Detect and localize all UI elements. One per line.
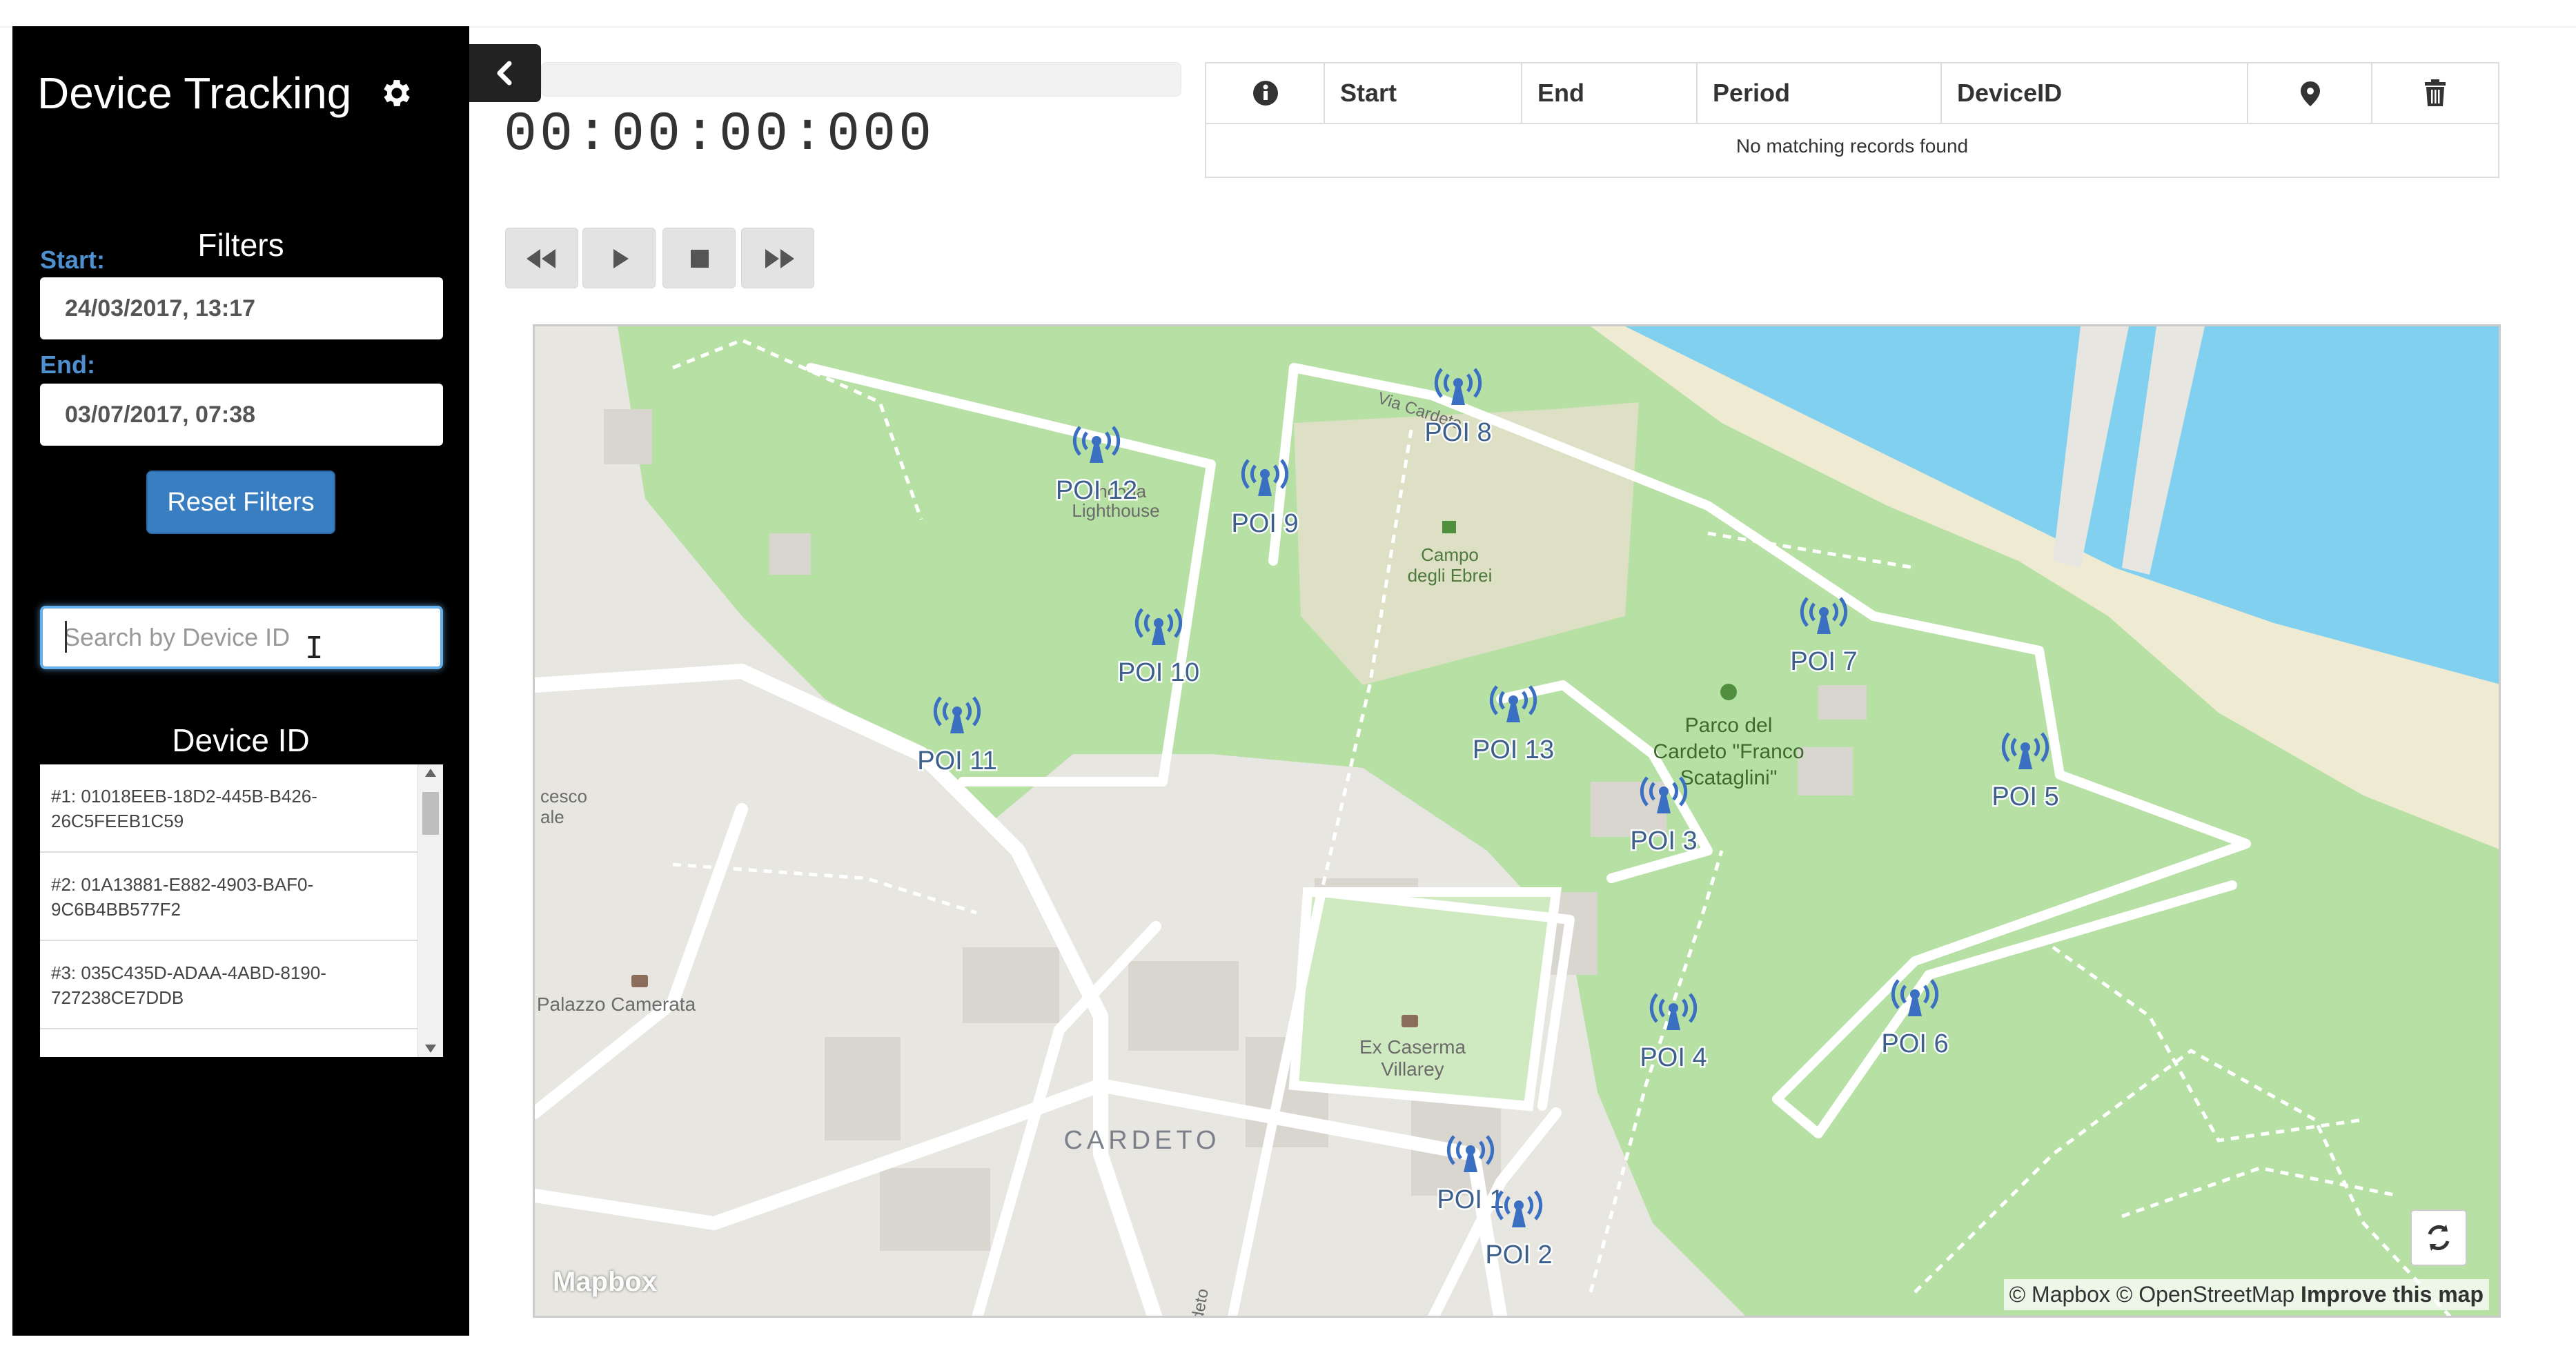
- stop-icon: [691, 250, 709, 268]
- info-column-header[interactable]: [1206, 63, 1325, 123]
- trash-icon: [2425, 79, 2446, 106]
- device-list-heading: Device ID: [172, 722, 310, 758]
- device-list[interactable]: #1: 01018EEB-18D2-445B-B426-26C5FEEB1C59…: [40, 764, 443, 1057]
- end-column-header[interactable]: End: [1522, 63, 1698, 123]
- map-view[interactable]: Ancona Lighthouse Campo degli Ebrei Parc…: [533, 324, 2501, 1318]
- improve-map-link[interactable]: Improve this map: [2301, 1282, 2484, 1307]
- device-label: #2: 01A13881-E882-4903-BAF0-9C6B4BB577F2: [51, 874, 314, 920]
- empty-table-message: No matching records found: [1736, 135, 1969, 157]
- poi-label: POI 9: [1231, 509, 1298, 538]
- scrollbar-thumb[interactable]: [422, 792, 439, 835]
- collapse-sidebar-button[interactable]: [469, 44, 541, 102]
- search-placeholder: Search by Device ID: [63, 623, 291, 651]
- tracking-table: Start End Period DeviceID No matching re…: [1205, 62, 2499, 178]
- list-item[interactable]: #2: 01A13881-E882-4903-BAF0-9C6B4BB577F2: [40, 853, 443, 941]
- device-id-column-header[interactable]: DeviceID: [1942, 63, 2248, 123]
- play-icon: [613, 249, 629, 268]
- parco-label: Parco del: [1685, 714, 1773, 737]
- gear-icon[interactable]: [379, 75, 415, 111]
- attribution-text[interactable]: © Mapbox © OpenStreetMap: [2009, 1282, 2295, 1307]
- poi-label: POI 4: [1640, 1043, 1707, 1072]
- cemetery-icon: [1442, 521, 1456, 533]
- poi-label: POI 1: [1437, 1185, 1504, 1214]
- top-frame: [0, 0, 2576, 28]
- period-column-header[interactable]: Period: [1698, 63, 1942, 123]
- app-title: Device Tracking: [37, 68, 352, 118]
- device-label: #1: 01018EEB-18D2-445B-B426-26C5FEEB1C59: [51, 786, 317, 831]
- delete-column-header[interactable]: [2372, 63, 2498, 123]
- scroll-up-arrow-icon[interactable]: [425, 769, 436, 777]
- poi-label: POI 13: [1473, 735, 1554, 764]
- start-date-input[interactable]: 24/03/2017, 13:17: [40, 277, 443, 339]
- ibeam-cursor-icon: I: [305, 631, 324, 666]
- cardeto-district-label: CARDETO: [1063, 1126, 1220, 1155]
- device-search-input[interactable]: Search by Device ID I: [40, 606, 443, 669]
- playback-progress-bar[interactable]: [541, 62, 1181, 97]
- location-column-header[interactable]: [2248, 63, 2372, 123]
- caserma-label-2: Villarey: [1381, 1058, 1444, 1080]
- campo-label: Campo: [1421, 544, 1479, 565]
- list-item[interactable]: #3: 035C435D-ADAA-4ABD-8190-727238CE7DDB: [40, 941, 443, 1029]
- text-caret: [65, 621, 67, 653]
- poi-label: POI 7: [1790, 647, 1857, 676]
- play-button[interactable]: [582, 228, 656, 288]
- poi-label: POI 10: [1118, 658, 1199, 687]
- start-label: Start:: [40, 246, 106, 274]
- stop-button[interactable]: [662, 228, 736, 288]
- poi-label: POI 5: [1992, 782, 2058, 811]
- app-title-row: Device Tracking: [37, 68, 415, 119]
- table-header-divider: [1206, 123, 2498, 124]
- map-refresh-button[interactable]: [2410, 1209, 2467, 1266]
- bottom-frame: [0, 1336, 2576, 1355]
- poi-label: POI 8: [1424, 418, 1491, 447]
- end-label: End:: [40, 350, 95, 379]
- map-attribution: © Mapbox © OpenStreetMap Improve this ma…: [2003, 1279, 2489, 1310]
- poi-label: POI 12: [1056, 476, 1137, 505]
- poi-label: POI 2: [1485, 1240, 1552, 1269]
- chevron-left-icon: [497, 61, 512, 86]
- scroll-down-arrow-icon[interactable]: [425, 1045, 436, 1053]
- refresh-icon: [2428, 1225, 2450, 1251]
- map-marker-icon: [2301, 81, 2320, 106]
- info-icon: [1253, 81, 1278, 106]
- cesco-label-2: ale: [540, 807, 564, 827]
- map-canvas[interactable]: Ancona Lighthouse Campo degli Ebrei Parc…: [535, 326, 2501, 1318]
- cesco-label: cesco: [540, 786, 587, 807]
- poi-label: POI 11: [917, 746, 996, 775]
- poi-label: POI 6: [1881, 1029, 1948, 1058]
- palazzo-camerata-label: Palazzo Camerata: [537, 993, 696, 1015]
- fast-forward-button[interactable]: [741, 228, 814, 288]
- parco-label-2: Cardeto "Franco: [1653, 740, 1804, 763]
- start-column-header[interactable]: Start: [1325, 63, 1522, 123]
- reset-filters-button[interactable]: Reset Filters: [146, 471, 335, 534]
- tree-icon: [1720, 684, 1737, 700]
- mapbox-logo[interactable]: Mapbox: [553, 1267, 657, 1298]
- sidebar: Device Tracking Filters Start: 24/03/201…: [12, 26, 469, 1336]
- campo-label-2: degli Ebrei: [1408, 565, 1493, 586]
- fast-backward-icon: [527, 249, 555, 268]
- caserma-label: Ex Caserma: [1359, 1036, 1466, 1058]
- parco-label-3: Scataglini": [1680, 766, 1778, 789]
- fast-forward-icon: [765, 249, 794, 268]
- device-list-scrollbar[interactable]: [417, 764, 443, 1057]
- device-label: #3: 035C435D-ADAA-4ABD-8190-727238CE7DDB: [51, 962, 326, 1008]
- poi-label: POI 3: [1630, 827, 1697, 855]
- playback-timer: 00:00:00:000: [504, 103, 935, 166]
- fast-backward-button[interactable]: [505, 228, 578, 288]
- list-item[interactable]: #1: 01018EEB-18D2-445B-B426-26C5FEEB1C59: [40, 764, 443, 853]
- camera-icon: [1402, 1015, 1418, 1027]
- end-date-input[interactable]: 03/07/2017, 07:38: [40, 384, 443, 446]
- camera-icon: [631, 975, 648, 987]
